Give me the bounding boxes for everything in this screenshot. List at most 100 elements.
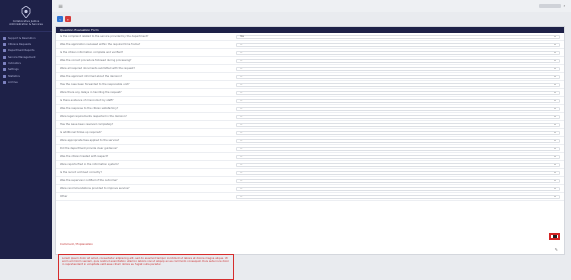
answer-select[interactable]: — <box>236 90 560 95</box>
answer-select[interactable]: — <box>236 154 560 159</box>
question-row: Were there any delays in handling the re… <box>56 89 564 97</box>
answer-select[interactable]: — <box>236 178 560 183</box>
top-bar: ≡ r <box>52 0 571 12</box>
question-row: Were legal requirements respected in the… <box>56 113 564 121</box>
menu-icon <box>3 62 6 66</box>
menu-icon <box>3 36 6 40</box>
chevron-down-icon <box>554 116 556 117</box>
answer-select[interactable]: — <box>236 58 560 63</box>
action-buttons: ‹ ▪ <box>57 16 71 22</box>
answer-value: — <box>240 163 243 166</box>
answer-value: — <box>240 147 243 150</box>
chevron-down-icon <box>554 92 556 93</box>
answer-select[interactable]: — <box>236 74 560 79</box>
answer-select[interactable]: — <box>236 170 560 175</box>
menu-icon <box>3 81 6 85</box>
chevron-down-icon <box>554 76 556 77</box>
answer-select[interactable]: — <box>236 106 560 111</box>
answer-select[interactable]: — <box>236 98 560 103</box>
question-text: Were legal requirements respected in the… <box>60 115 127 118</box>
chevron-down-icon <box>554 164 556 165</box>
menu-icon <box>3 42 6 46</box>
print-icon: ▪ <box>67 16 69 22</box>
answer-value: — <box>240 171 243 174</box>
answer-select[interactable]: — <box>236 138 560 143</box>
edit-icon[interactable]: ✎ <box>555 247 558 252</box>
question-row: Was the response to the citizen satisfac… <box>56 105 564 113</box>
chevron-down-icon <box>554 132 556 133</box>
evaluation-panel: Question Evaluation Form Is the complain… <box>55 26 565 280</box>
user-menu[interactable]: r <box>538 4 565 8</box>
answer-select[interactable]: — <box>236 42 560 47</box>
question-text: Was the citizen treated with respect? <box>60 155 109 158</box>
question-text: Were recommendations provided to improve… <box>60 187 130 190</box>
chevron-down-icon <box>554 44 556 45</box>
question-row: Was the application reviewed within the … <box>56 41 564 49</box>
chevron-down-icon <box>554 36 556 37</box>
print-button[interactable]: ▪ <box>65 16 71 22</box>
answer-value: — <box>240 115 243 118</box>
answer-value: — <box>240 91 243 94</box>
chevron-down-icon <box>554 180 556 181</box>
answer-select[interactable]: — <box>236 50 560 55</box>
question-row: Was the supervisor notified of the outco… <box>56 177 564 185</box>
question-list: Is the complaint related to the service … <box>56 33 564 201</box>
answer-value: — <box>240 67 243 70</box>
question-row: Is the record archived correctly? — <box>56 169 564 177</box>
answer-value: — <box>240 131 243 134</box>
answer-select[interactable]: — <box>236 66 560 71</box>
answer-select[interactable]: — <box>236 130 560 135</box>
save-button[interactable] <box>549 233 560 240</box>
question-row: Was the correct procedure followed durin… <box>56 57 564 65</box>
answer-select[interactable]: — <box>236 186 560 191</box>
chevron-down-icon <box>554 172 556 173</box>
answer-select[interactable]: — <box>236 194 560 199</box>
chevron-down-icon <box>554 68 556 69</box>
menu-toggle-icon[interactable]: ≡ <box>58 3 63 10</box>
question-text: Was the supervisor notified of the outco… <box>60 179 118 182</box>
question-text: Is the record archived correctly? <box>60 171 102 174</box>
answer-select[interactable]: — <box>236 162 560 167</box>
notes-textarea[interactable]: Lorem ipsum dolor sit amet, consectetur … <box>58 254 234 280</box>
question-row: Other — <box>56 193 564 201</box>
question-row: Has the issue been resolved completely? — <box>56 121 564 129</box>
question-text: Was the applicant informed about the dec… <box>60 75 123 78</box>
answer-value: — <box>240 83 243 86</box>
question-text: Is the citizen information complete and … <box>60 51 123 54</box>
question-text: Is additional follow-up required? <box>60 131 102 134</box>
question-row: Is the complaint related to the service … <box>56 33 564 41</box>
question-text: Did the department provide clear guidanc… <box>60 147 118 150</box>
answer-value: — <box>240 139 243 142</box>
logo <box>0 0 52 18</box>
menu-icon <box>3 74 6 78</box>
back-button[interactable]: ‹ <box>57 16 63 22</box>
username-suffix: r <box>563 4 565 8</box>
question-text: Has the case been forwarded to the respo… <box>60 83 130 86</box>
emblem-icon <box>21 6 31 18</box>
comment-label: Comment / Explanation <box>60 242 93 246</box>
question-row: Were appropriate fees applied to the ser… <box>56 137 564 145</box>
sidebar-item-archive[interactable]: Archive <box>0 80 52 86</box>
question-text: Was the correct procedure followed durin… <box>60 59 132 62</box>
chevron-down-icon <box>554 108 556 109</box>
chevron-down-icon <box>554 188 556 189</box>
answer-select[interactable]: — <box>236 82 560 87</box>
chevron-down-icon <box>554 60 556 61</box>
chevron-down-icon <box>554 196 556 197</box>
answer-value: — <box>240 155 243 158</box>
answer-value: Yes <box>240 35 244 38</box>
answer-select[interactable]: Yes <box>236 34 560 39</box>
answer-value: — <box>240 75 243 78</box>
answer-select[interactable]: — <box>236 122 560 127</box>
question-row: Was the citizen treated with respect? — <box>56 153 564 161</box>
chevron-down-icon <box>554 84 556 85</box>
question-row: Is the citizen information complete and … <box>56 49 564 57</box>
question-text: Were reports filed in the information sy… <box>60 163 119 166</box>
answer-value: — <box>240 51 243 54</box>
chevron-down-icon <box>554 52 556 53</box>
answer-select[interactable]: — <box>236 114 560 119</box>
answer-select[interactable]: — <box>236 146 560 151</box>
menu-icon <box>3 68 6 72</box>
question-text: Is there evidence of misconduct by staff… <box>60 99 114 102</box>
sidebar-nav: Support & Resolution Citizens Requests D… <box>0 35 52 86</box>
